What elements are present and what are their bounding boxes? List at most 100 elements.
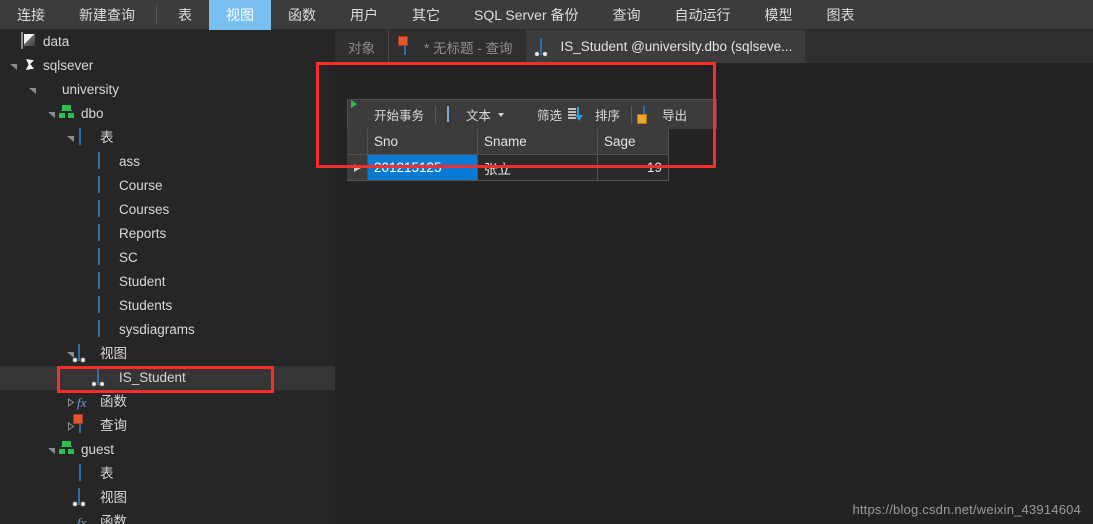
toolbar-separator [631,105,633,124]
tree-item-Courses[interactable]: Courses [0,198,335,222]
result-grid[interactable]: Sno Sname Sage 201215125 张立 19 [347,129,717,181]
grid-cell-sno[interactable]: 201215125 [368,155,478,181]
schema-icon [58,105,76,123]
tree-item-label: 视图 [100,346,127,361]
tree-item-label: IS_Student [119,370,186,385]
table-icon [77,464,95,483]
tree-item-[interactable]: fx 函数 [0,510,335,524]
object-tree-sidebar[interactable]: data sqlsever university dbo 表 ass Course Cours… [0,30,335,524]
tree-item-[interactable]: 表 [0,462,335,486]
tree-item-label: 函数 [100,394,127,409]
tree-item-[interactable]: 表 [0,126,335,150]
column-header[interactable]: Sname [478,129,598,155]
menu-item-3[interactable]: 视图 [209,0,271,30]
export-icon [643,106,658,122]
tree-item-label: dbo [81,106,104,121]
chevron-right-icon[interactable] [63,390,77,414]
editor-body: 开始事务 文本 筛选 排序 导出 Sno Sname Sage 201215125 张立 19 [335,63,1093,524]
table-icon [96,200,114,219]
filter-icon [518,107,533,122]
menu-item-5[interactable]: 用户 [333,0,395,30]
tab-0[interactable]: * 无标题 - 查询 [389,30,526,63]
function-icon: fx [77,395,87,410]
menu-item-0[interactable]: 连接 [0,0,62,30]
tree-item-sysdiagrams[interactable]: sysdiagrams [0,318,335,342]
menu-item-6[interactable]: 其它 [395,0,457,30]
connection-icon [20,32,38,51]
application-window: 连接 新建查询表视图 函数 用户 其它 SQL Server 备份 查询 自动运行 模型 图表 d… [0,0,1093,524]
grid-header-row: Sno Sname Sage [347,129,717,155]
tree-item-label: 查询 [100,418,127,433]
tree-item-Student[interactable]: Student [0,270,335,294]
grid-cell-sname[interactable]: 张立 [478,155,598,181]
tree-item-data[interactable]: data [0,30,335,54]
chevron-down-icon[interactable] [498,112,505,117]
tab-label: * 无标题 - 查询 [424,40,513,56]
row-indicator[interactable] [347,155,368,181]
toolbar-button-4[interactable]: 导出 [636,100,694,130]
tab-strip: 对象 * 无标题 - 查询 IS_Student @university.dbo (… [335,30,1093,63]
view-icon [77,488,95,507]
chevron-down-icon[interactable] [44,102,58,126]
tree-item-dbo[interactable]: dbo [0,102,335,126]
menu-item-8[interactable]: 查询 [596,0,658,30]
tree-item-guest[interactable]: guest [0,438,335,462]
chevron-down-icon[interactable] [44,438,58,462]
tree-item-Reports[interactable]: Reports [0,222,335,246]
column-header[interactable]: Sno [368,129,478,155]
watermark: https://blog.csdn.net/weixin_43914604 [852,502,1081,517]
tab-object[interactable]: 对象 [335,30,389,63]
toolbar-button-0[interactable]: 开始事务 [348,100,431,130]
tree-item-label: Courses [119,202,170,217]
tab-1[interactable]: IS_Student @university.dbo (sqlseve... [525,30,806,63]
right-pane: 对象 * 无标题 - 查询 IS_Student @university.dbo (… [335,30,1093,524]
result-grid-toolbar: 开始事务 文本 筛选 排序 导出 [347,99,717,129]
tree-item-SC[interactable]: SC [0,246,335,270]
grid-cell-sage[interactable]: 19 [598,155,669,181]
tree-item-[interactable]: 视图 [0,486,335,510]
menu-item-11[interactable]: 图表 [810,0,872,30]
table-icon [77,128,95,147]
sort-icon [568,107,591,122]
menu-item-1[interactable]: 新建查询 [62,0,152,30]
menu-item-10[interactable]: 模型 [748,0,810,30]
table-icon [96,296,114,315]
toolbar-button-1[interactable]: 文本 [440,100,511,130]
tree-item-Students[interactable]: Students [0,294,335,318]
database-icon [39,81,57,99]
tree-item-university[interactable]: university [0,78,335,102]
menu-item-7[interactable]: SQL Server 备份 [457,0,596,30]
tree-item-Course[interactable]: Course [0,174,335,198]
column-header[interactable]: Sage [598,129,669,155]
menu-item-4[interactable]: 函数 [271,0,333,30]
toolbar-button-2[interactable]: 筛选 [511,100,569,130]
table-icon [96,320,114,339]
tree-item-[interactable]: fx 函数 [0,390,335,414]
tree-item-sqlsever[interactable]: sqlsever [0,54,335,78]
chevron-down-icon[interactable] [6,54,20,78]
menu-item-9[interactable]: 自动运行 [658,0,748,30]
function-icon: fx [77,515,87,524]
tree-item-label: 函数 [100,514,127,524]
toolbar-button-label: 排序 [595,109,621,123]
tree-item-[interactable]: 视图 [0,342,335,366]
table-row[interactable]: 201215125 张立 19 [347,155,717,181]
tree-item-label: Student [119,274,166,289]
grid-body[interactable]: 201215125 张立 19 [347,155,717,181]
chevron-down-icon[interactable] [25,78,39,102]
tree-item-[interactable]: 查询 [0,414,335,438]
query-icon [402,37,418,55]
tree-item-ass[interactable]: ass [0,150,335,174]
chevron-down-icon[interactable] [63,126,77,150]
toolbar-button-3[interactable]: 排序 [568,100,627,130]
tree-item-IS_Student[interactable]: IS_Student [0,366,335,390]
menu-item-2[interactable]: 表 [161,0,209,30]
tree-item-label: 视图 [100,490,127,505]
